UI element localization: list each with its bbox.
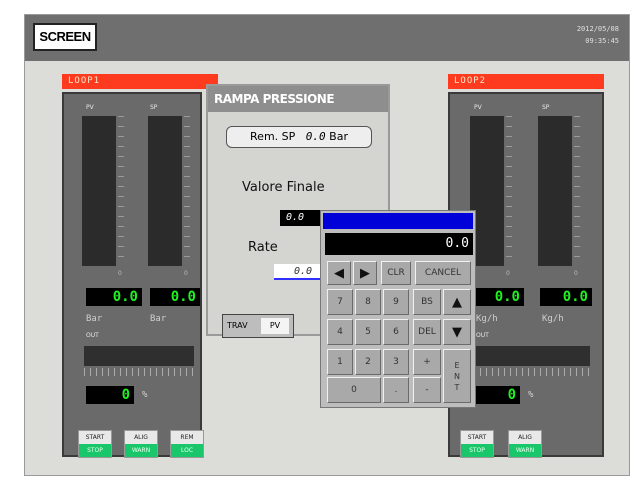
loop1-sp-scale — [184, 116, 190, 266]
remote-sp-unit: Bar — [329, 130, 348, 143]
keypad-title-bar — [323, 213, 473, 229]
key-1[interactable]: 1 — [327, 349, 353, 375]
loop2-sp-label: SP — [542, 104, 550, 111]
key-2[interactable]: 2 — [355, 349, 381, 375]
remote-sp-field[interactable]: Rem. SP 0.0 Bar — [226, 126, 372, 148]
loop1-out-value: 0 — [86, 386, 134, 404]
loop1-start-label: START — [79, 431, 111, 444]
loop2-alig-label: ALIG — [509, 431, 541, 444]
loop2-out-value: 0 — [476, 386, 520, 404]
loop1-sp-label: SP — [150, 104, 158, 111]
loop2-start-stop-button[interactable]: START STOP — [460, 430, 494, 458]
time-display: 09:35:45 — [585, 37, 619, 45]
loop1-alig-warn-button[interactable]: ALIG WARN — [124, 430, 158, 458]
loop2-stop-label: STOP — [461, 444, 493, 457]
plus-key[interactable]: + — [413, 349, 441, 375]
loop2-sp-scale — [574, 116, 580, 266]
loop2-sp-bar — [538, 116, 572, 266]
down-arrow-key[interactable]: ▼ — [443, 319, 471, 345]
key-5[interactable]: 5 — [355, 319, 381, 345]
loop1-pv-bar — [82, 116, 116, 266]
loop1-sp-value: 0.0 — [150, 288, 200, 306]
loop2-alig-warn-button[interactable]: ALIG WARN — [508, 430, 542, 458]
loop1-sp-unit: Bar — [150, 314, 167, 324]
numeric-keypad: 0.0 ◀ ▶ CLR CANCEL 7 8 9 BS ▲ 4 5 6 DEL … — [320, 210, 476, 408]
loop2-start-label: START — [461, 431, 493, 444]
loop2-sp-zero: 0 — [574, 270, 578, 277]
loop1-stop-label: STOP — [79, 444, 111, 457]
backspace-key[interactable]: BS — [413, 289, 441, 315]
top-bar: SCREEN 2012/05/08 09:35:45 — [25, 15, 629, 61]
loop1-pv-value: 0.0 — [86, 288, 142, 306]
trav-label: TRAV — [227, 321, 248, 330]
loop2-warn-label: WARN — [509, 444, 541, 457]
loop1-sp-bar — [148, 116, 182, 266]
loop2-sp-value: 0.0 — [540, 288, 592, 306]
loop1-rem-loc-button[interactable]: REM LOC — [170, 430, 204, 458]
up-arrow-key[interactable]: ▲ — [443, 289, 471, 315]
key-9[interactable]: 9 — [383, 289, 409, 315]
loop1-out-bar — [84, 346, 194, 366]
loop1-pv-label: PV — [86, 104, 94, 111]
loop2-out-bar — [474, 346, 590, 366]
delete-key[interactable]: DEL — [413, 319, 441, 345]
keypad-display: 0.0 — [325, 233, 473, 255]
loop2-out-unit: % — [528, 390, 534, 400]
key-7[interactable]: 7 — [327, 289, 353, 315]
loop1-alig-label: ALIG — [125, 431, 157, 444]
screen-logo: SCREEN — [33, 23, 97, 51]
loop2-pv-zero: 0 — [506, 270, 510, 277]
loop2-pv-scale — [506, 116, 512, 266]
key-4[interactable]: 4 — [327, 319, 353, 345]
key-0[interactable]: 0 — [327, 377, 381, 403]
loop2-pv-unit: Kg/h — [476, 314, 498, 324]
loop1-pv-unit: Bar — [86, 314, 103, 324]
loop1-sp-zero: 0 — [184, 270, 188, 277]
cancel-key[interactable]: CANCEL — [415, 261, 471, 285]
rate-input[interactable]: 0.0 — [274, 264, 320, 280]
loop1-pv-scale — [118, 116, 124, 266]
rate-label: Rate — [248, 240, 278, 255]
date-display: 2012/05/08 — [576, 25, 619, 33]
loop2-pv-label: PV — [474, 104, 482, 111]
remote-sp-label: Rem. SP — [250, 130, 296, 143]
key-3[interactable]: 3 — [383, 349, 409, 375]
loop1-warn-label: WARN — [125, 444, 157, 457]
trav-pv-button[interactable]: TRAV PV — [222, 314, 294, 338]
loop1-loc-label: LOC — [171, 444, 203, 457]
loop2-pv-value: 0.0 — [476, 288, 524, 306]
loop2-out-label: OUT — [476, 332, 489, 339]
trav-value: PV — [261, 318, 289, 334]
ramp-title: RAMPA PRESSIONE — [208, 86, 388, 112]
enter-key[interactable]: E N T — [443, 349, 471, 403]
loop1-out-label: OUT — [86, 332, 99, 339]
clear-key[interactable]: CLR — [381, 261, 411, 285]
cursor-right-key[interactable]: ▶ — [353, 261, 377, 285]
loop2-out-scale — [474, 368, 590, 376]
loop1-pv-zero: 0 — [118, 270, 122, 277]
key-8[interactable]: 8 — [355, 289, 381, 315]
cursor-left-key[interactable]: ◀ — [327, 261, 351, 285]
key-6[interactable]: 6 — [383, 319, 409, 345]
loop1-rem-label: REM — [171, 431, 203, 444]
valore-finale-label: Valore Finale — [242, 180, 325, 195]
loop1-out-scale — [84, 368, 194, 376]
loop1-start-stop-button[interactable]: START STOP — [78, 430, 112, 458]
loop1-panel: PV SP 0 0 0.0 0.0 Bar Bar OUT 0 % START … — [62, 92, 204, 458]
loop1-tag: LOOP1 — [62, 74, 218, 89]
loop2-sp-unit: Kg/h — [542, 314, 564, 324]
minus-key[interactable]: - — [413, 377, 441, 403]
loop2-tag: LOOP2 — [448, 74, 604, 89]
remote-sp-value: 0.0 — [305, 130, 326, 143]
loop1-out-unit: % — [142, 390, 148, 400]
decimal-key[interactable]: . — [383, 377, 409, 403]
